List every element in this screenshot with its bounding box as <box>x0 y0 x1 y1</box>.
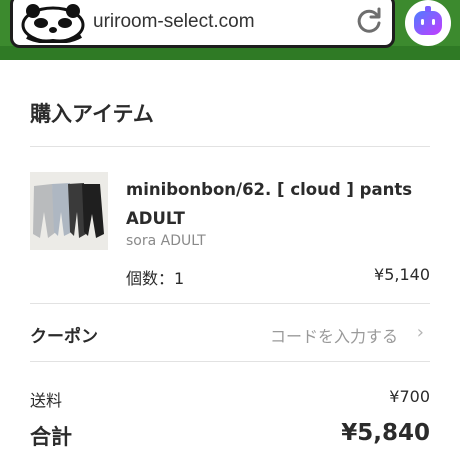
coupon-code-input[interactable]: コードを入力する <box>270 323 398 347</box>
item-name[interactable]: minibonbon/62. [ cloud ] pants ADULT <box>126 175 426 233</box>
section-title: 購入アイテム <box>30 102 154 126</box>
product-thumbnail[interactable] <box>30 172 108 250</box>
coupon-label: クーポン <box>30 327 98 347</box>
pants-image <box>30 172 108 250</box>
divider <box>30 146 430 147</box>
divider <box>30 361 430 362</box>
divider <box>30 303 430 304</box>
coupon-row[interactable]: クーポン コードを入力する › <box>30 306 430 360</box>
browser-toolbar: uriroom-select.com <box>0 0 460 60</box>
total-label: 合計 <box>30 425 72 449</box>
quantity-label: 個数：1 <box>126 269 185 288</box>
item-variant: sora ADULT <box>126 233 206 249</box>
chevron-right-icon: › <box>416 322 424 343</box>
reload-icon[interactable] <box>353 5 385 37</box>
address-bar[interactable]: uriroom-select.com <box>10 0 395 48</box>
item-price: ¥5,140 <box>374 265 430 284</box>
toolbar-stripe <box>0 46 460 60</box>
shipping-label: 送料 <box>30 391 63 410</box>
robot-assistant-icon <box>414 6 442 35</box>
total-value: ¥5,840 <box>341 420 430 446</box>
shipping-value: ¥700 <box>389 387 430 406</box>
assistant-button[interactable] <box>405 0 451 46</box>
url-text[interactable]: uriroom-select.com <box>93 11 255 33</box>
panda-logo-icon <box>21 4 85 43</box>
